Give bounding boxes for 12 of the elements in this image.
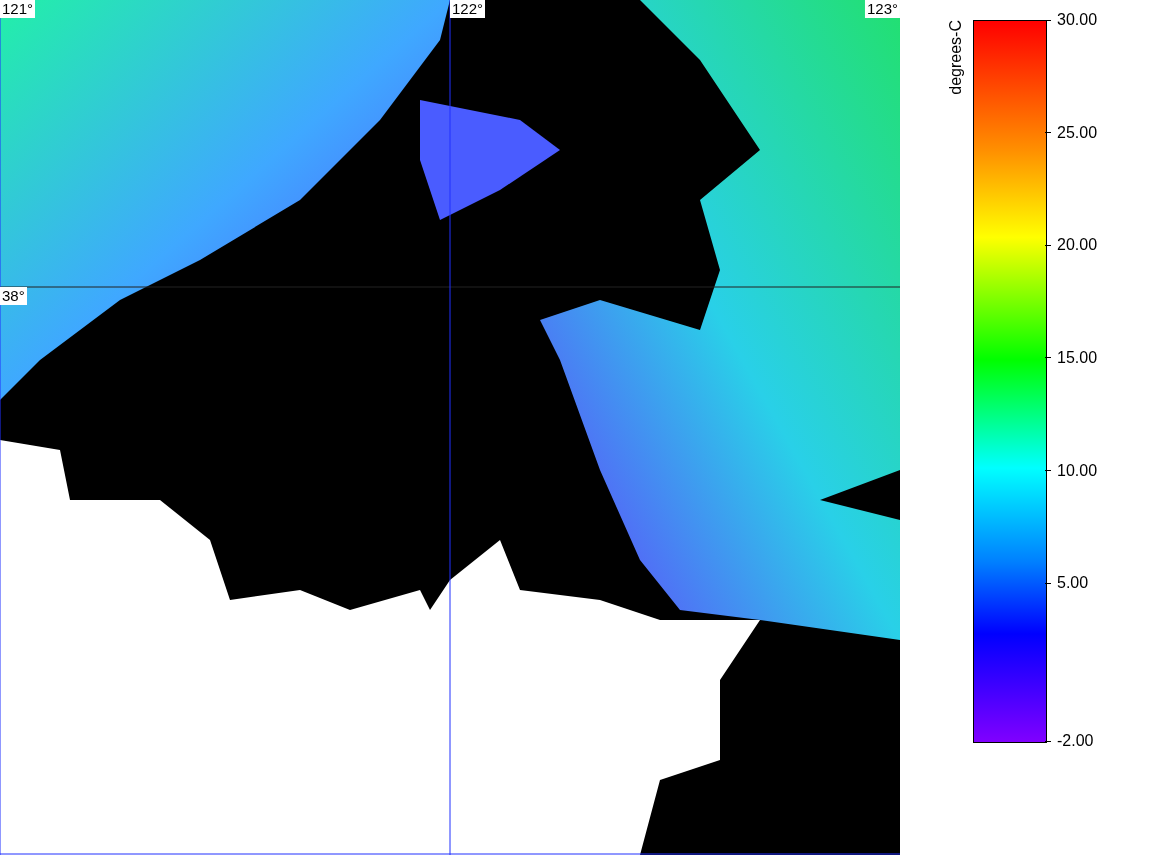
longitude-label: 121° [0, 0, 36, 18]
scale-tick-label: -2.00 [1057, 732, 1094, 750]
scale-tick-label: 10.00 [1057, 461, 1098, 480]
scale-tick-label: 20.00 [1057, 236, 1098, 255]
scale-tick-label: 5.00 [1057, 574, 1089, 593]
longitude-label: 122° [450, 0, 486, 18]
latitude-label: 38° [0, 287, 27, 305]
longitude-label: 123° [864, 0, 900, 18]
scale-tick-label: 25.00 [1057, 123, 1098, 142]
unit-label: degrees-C [947, 20, 965, 95]
scale-tick-label: 30.00 [1057, 11, 1098, 29]
scale-tick-label: 15.00 [1057, 348, 1098, 367]
